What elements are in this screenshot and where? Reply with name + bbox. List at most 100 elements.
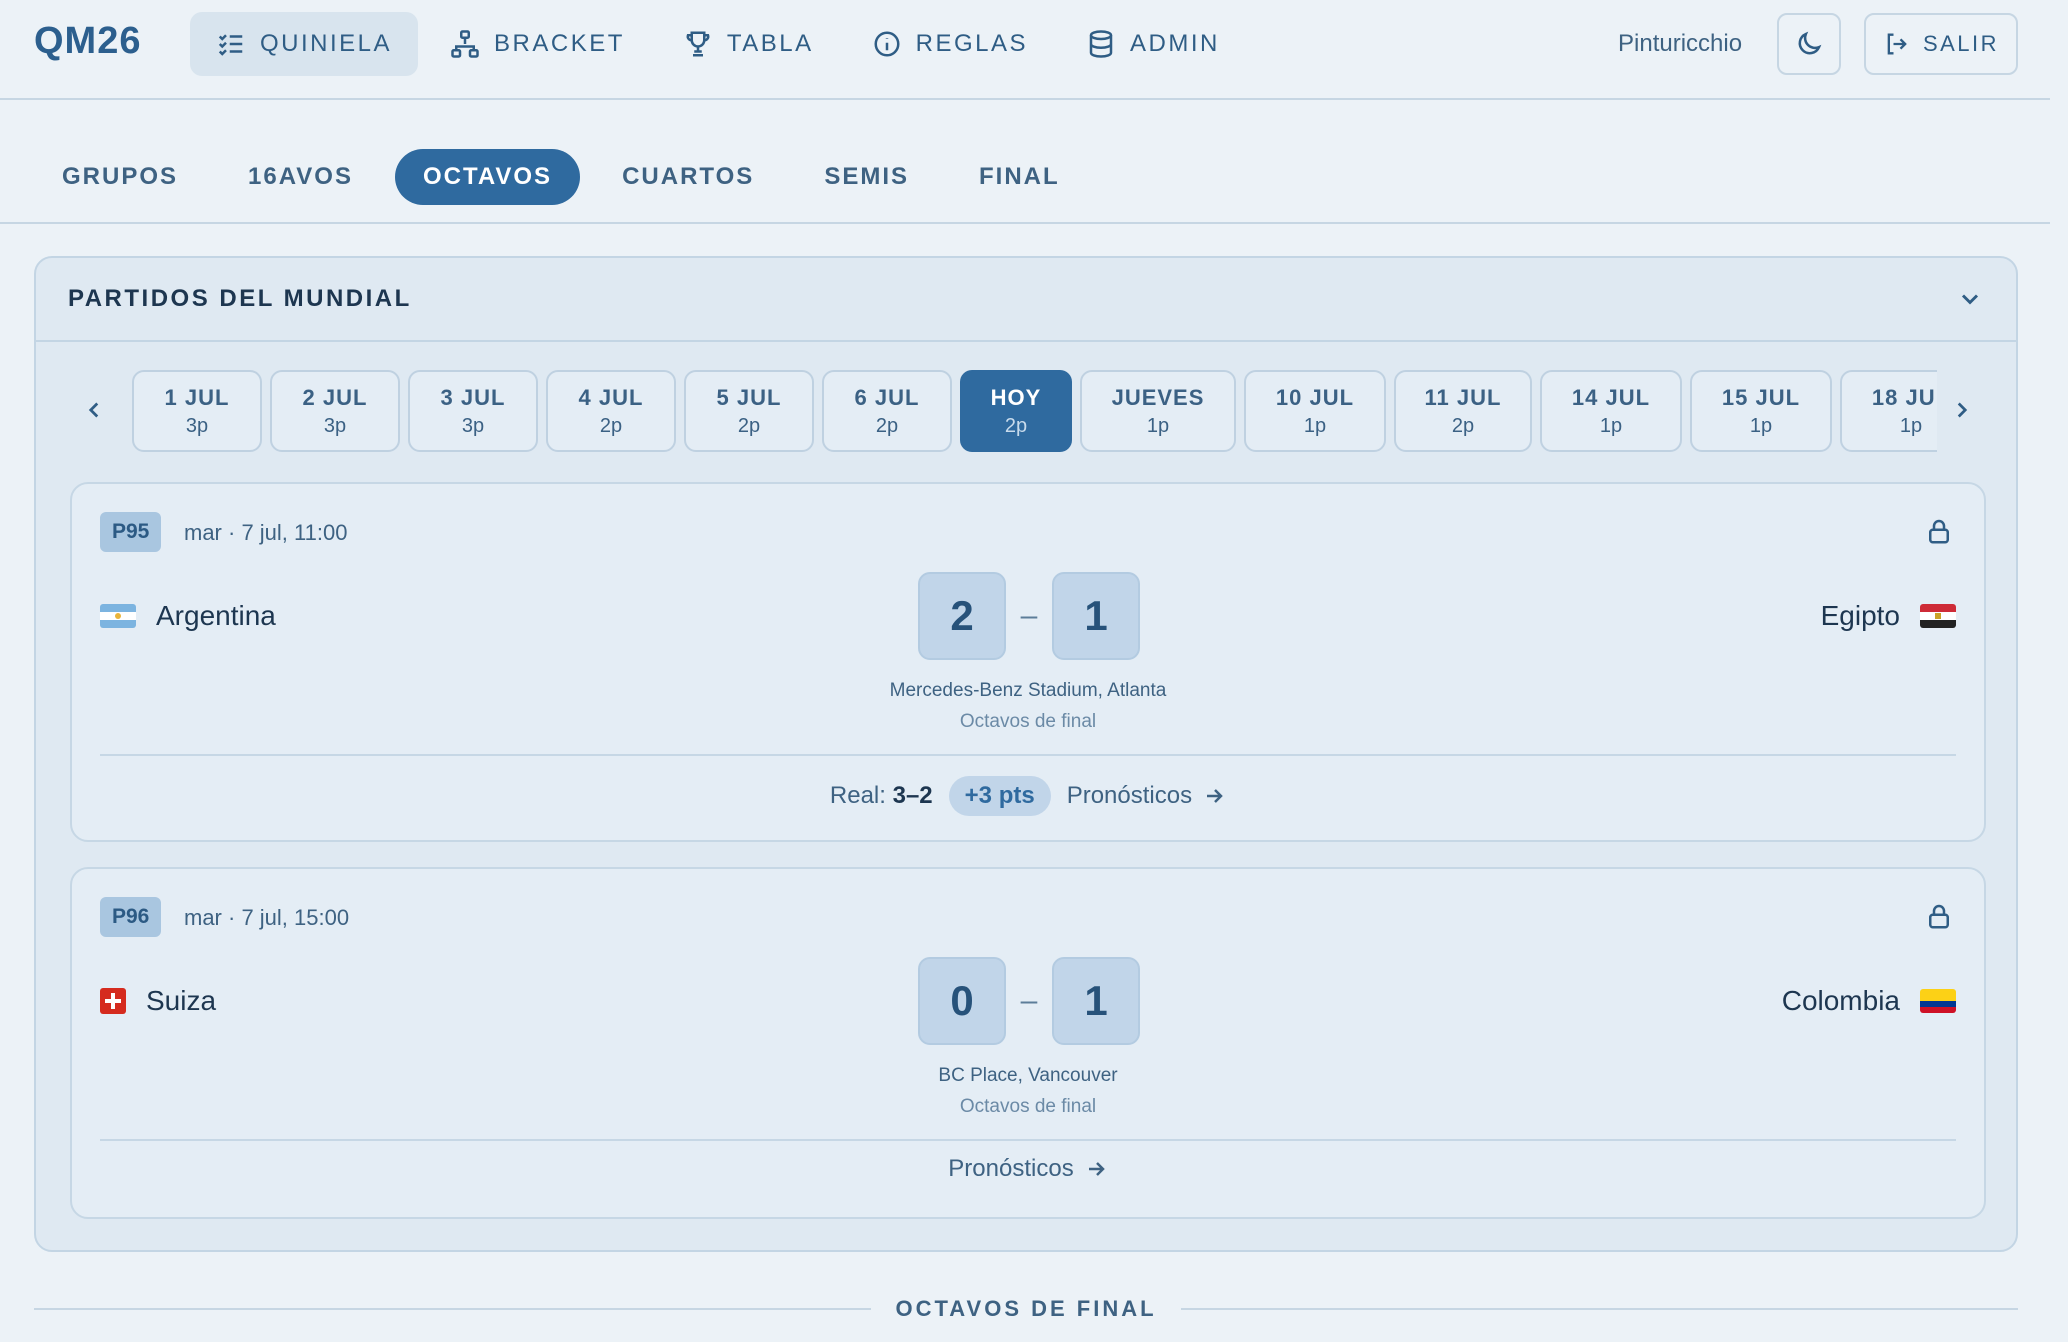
date-chip[interactable]: 10 JUL 1p <box>1244 370 1386 452</box>
date-chip-day: 11 JUL <box>1424 384 1502 410</box>
tab-cuartos[interactable]: CUARTOS <box>594 149 782 205</box>
points-badge: +3 pts <box>948 776 1051 816</box>
date-chip-count: 3p <box>461 414 485 437</box>
match-footer: Real: 3–2 +3 pts Pronósticos <box>72 776 1984 816</box>
tab-grupos[interactable]: GRUPOS <box>34 149 206 205</box>
egypt-flag-icon <box>1920 604 1956 628</box>
score-separator: – <box>1020 599 1038 632</box>
section-title: OCTAVOS DE FINAL <box>895 1296 1157 1321</box>
theme-toggle-button[interactable] <box>1777 13 1841 75</box>
logout-icon <box>1887 33 1907 55</box>
date-chip-count: 3p <box>185 414 209 437</box>
nav-label: QUINIELA <box>260 30 393 57</box>
away-score: 1 <box>1052 572 1140 660</box>
dates-prev-button[interactable] <box>74 390 114 430</box>
predictions-link[interactable]: Pronósticos <box>1067 782 1226 810</box>
tab-final[interactable]: FINAL <box>951 149 1088 205</box>
database-icon <box>1089 30 1113 58</box>
real-label: Real: <box>829 782 886 809</box>
date-chip[interactable]: 5 JUL 2p <box>684 370 814 452</box>
date-chip-count: 1p <box>1303 414 1327 437</box>
moon-icon <box>1798 31 1822 55</box>
tab-octavos[interactable]: OCTAVOS <box>394 149 581 205</box>
date-chip[interactable]: JUEVES 1p <box>1080 370 1236 452</box>
matches-panel: PARTIDOS DEL MUNDIAL 1 JUL 3p 2 JUL 3p 3 JUL… <box>34 256 2018 1252</box>
home-team-name: Argentina <box>156 600 276 631</box>
arrow-right-icon <box>1207 789 1223 803</box>
divider <box>34 1308 872 1310</box>
brand-logo[interactable]: QM26 <box>34 20 141 63</box>
home-score: 2 <box>918 572 1006 660</box>
date-chip-day: JUEVES <box>1111 384 1205 410</box>
match-footer: Pronósticos <box>72 1155 1984 1183</box>
divider <box>100 1139 1956 1141</box>
nav-bracket[interactable]: BRACKET <box>424 12 651 76</box>
date-chips-viewport: 1 JUL 3p 2 JUL 3p 3 JUL 3p 4 JUL 2p 5 JUL 2p 6 JUL… <box>122 368 1937 454</box>
nav-reglas[interactable]: REGLAS <box>846 12 1054 76</box>
date-chip-day: 18 JUL <box>1871 384 1937 410</box>
date-chips: 1 JUL 3p 2 JUL 3p 3 JUL 3p 4 JUL 2p 5 JUL 2p 6 JUL… <box>132 370 1937 452</box>
nav-admin[interactable]: ADMIN <box>1060 12 1246 76</box>
date-chip[interactable]: 3 JUL 3p <box>408 370 538 452</box>
date-chip-count: 2p <box>737 414 761 437</box>
match-time: mar · 7 jul, 11:00 <box>184 520 348 545</box>
home-team-name: Suiza <box>146 985 217 1016</box>
match-venue: Mercedes-Benz Stadium, Atlanta <box>889 680 1167 701</box>
date-chip[interactable]: 18 JUL 1p <box>1840 370 1937 452</box>
top-bar: QM26 QUINIELA BRACKET TABLA REGLAS ADMIN… <box>0 0 2050 100</box>
chevron-down-icon[interactable] <box>1956 285 1984 313</box>
date-chip[interactable]: 14 JUL 1p <box>1540 370 1682 452</box>
logout-label: SALIR <box>1922 31 2000 56</box>
divider <box>100 754 1956 756</box>
nav-quiniela[interactable]: QUINIELA <box>190 12 419 76</box>
dates-next-button[interactable] <box>1942 390 1982 430</box>
date-chip-day: 5 JUL <box>716 384 782 410</box>
switzerland-flag-icon <box>100 988 126 1014</box>
lock-icon <box>1924 901 1954 936</box>
date-chip-day: 4 JUL <box>578 384 644 410</box>
date-chip-day: 2 JUL <box>302 384 368 410</box>
real-score: 3–2 <box>892 782 933 809</box>
tab-16avos[interactable]: 16AVOS <box>220 149 381 205</box>
panel-title: PARTIDOS DEL MUNDIAL <box>68 285 412 312</box>
date-chip[interactable]: 6 JUL 2p <box>822 370 952 452</box>
match-code: P95 <box>100 512 162 552</box>
date-chip-day: 10 JUL <box>1275 384 1355 410</box>
date-chip-count: 1p <box>1749 414 1773 437</box>
date-chip[interactable]: HOY 2p <box>960 370 1072 452</box>
match-round: Octavos de final <box>959 711 1097 732</box>
panel-header[interactable]: PARTIDOS DEL MUNDIAL <box>36 258 2016 342</box>
predictions-link[interactable]: Pronósticos <box>948 1155 1107 1183</box>
home-team: Suiza <box>100 985 216 1017</box>
date-chip-day: 15 JUL <box>1721 384 1801 410</box>
arrow-right-icon <box>1088 1162 1105 1176</box>
match-round: Octavos de final <box>959 1096 1097 1117</box>
date-chip[interactable]: 15 JUL 1p <box>1690 370 1832 452</box>
nav-label: TABLA <box>726 30 814 57</box>
date-chip-count: 1p <box>1146 414 1170 437</box>
date-chip[interactable]: 2 JUL 3p <box>270 370 400 452</box>
match-card: P95 mar · 7 jul, 11:00 Argentina 2 – 1 E… <box>70 482 1986 842</box>
date-chip[interactable]: 11 JUL 2p <box>1394 370 1532 452</box>
date-chip[interactable]: 1 JUL 3p <box>132 370 262 452</box>
real-result: Real: 3–2 <box>830 782 933 810</box>
predictions-link-label: Pronósticos <box>1066 782 1193 809</box>
nav-label: ADMIN <box>1130 30 1220 57</box>
away-team-name: Colombia <box>1781 985 1900 1016</box>
argentina-flag-icon <box>100 604 136 628</box>
home-team: Argentina <box>100 600 276 632</box>
checklist-icon <box>218 34 243 56</box>
nav-tabla[interactable]: TABLA <box>657 12 840 76</box>
lock-icon <box>1924 516 1954 551</box>
home-score: 0 <box>918 957 1006 1045</box>
date-chip[interactable]: 4 JUL 2p <box>546 370 676 452</box>
logout-button[interactable]: SALIR <box>1864 13 2018 75</box>
away-team: Colombia <box>1782 985 1956 1017</box>
main-nav: QUINIELA BRACKET TABLA REGLAS ADMIN <box>190 12 1246 76</box>
tab-semis[interactable]: SEMIS <box>796 149 937 205</box>
predictions-link-label: Pronósticos <box>948 1155 1074 1182</box>
info-icon <box>874 31 900 57</box>
section-heading: OCTAVOS DE FINAL <box>34 1296 2019 1322</box>
date-chip-day: 1 JUL <box>164 384 230 410</box>
trophy-icon <box>686 31 710 57</box>
